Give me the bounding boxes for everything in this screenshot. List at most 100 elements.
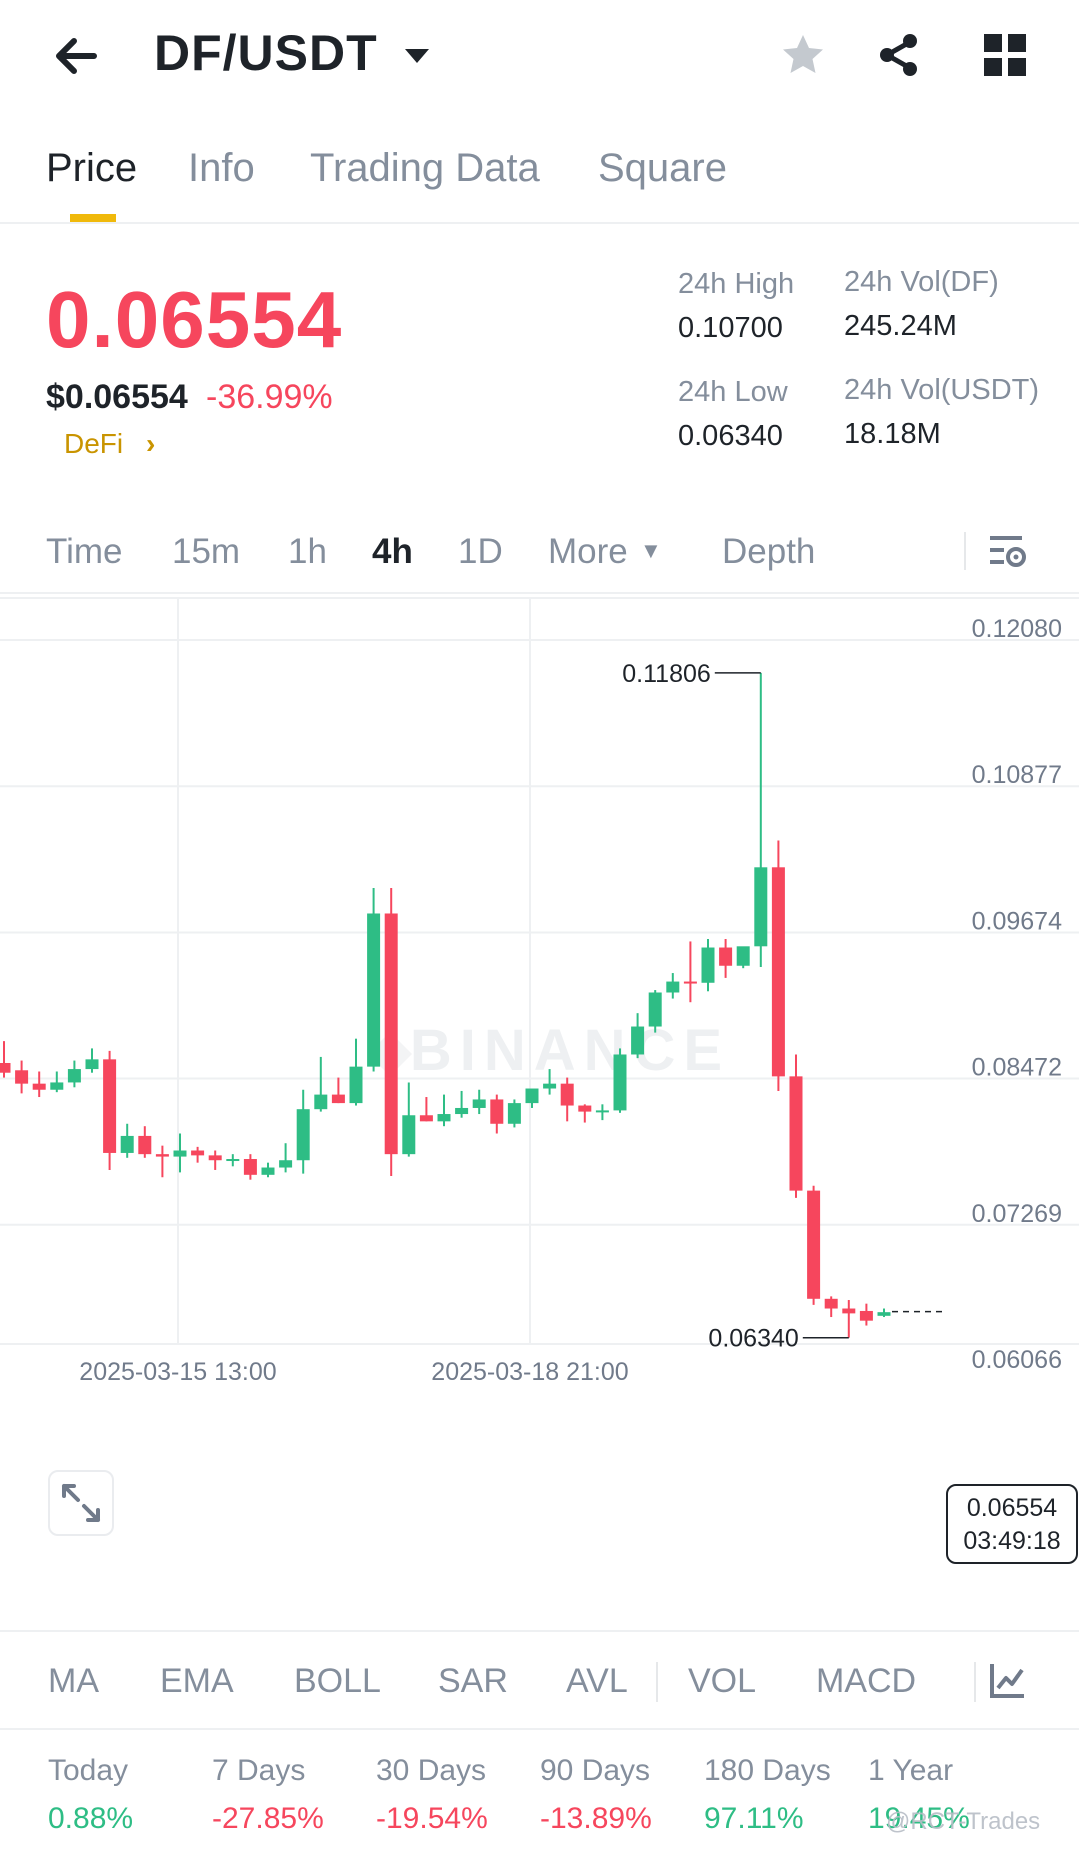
perf-value: -13.89% (540, 1802, 652, 1835)
main-tabs: Price Info Trading Data Square (0, 136, 1079, 224)
tab-price[interactable]: Price (46, 146, 137, 191)
candle-body (824, 1298, 838, 1309)
candle-countdown: 03:49:18 (963, 1527, 1061, 1555)
perf-label: 7 Days (212, 1754, 306, 1787)
y-axis-tick-label: 0.06066 (972, 1346, 1062, 1374)
grid-menu-icon[interactable] (982, 32, 1028, 78)
candle-body (279, 1160, 293, 1168)
interval-bar: Time 15m 1h 4h 1D More ▼ Depth (0, 520, 1079, 594)
candle-body (771, 867, 785, 1077)
candle-body (85, 1059, 99, 1070)
candle-body (877, 1312, 891, 1316)
interval-more[interactable]: More (548, 532, 628, 572)
chevron-right-icon[interactable]: › (146, 428, 155, 460)
candle-body (701, 947, 715, 983)
watermark-text: @RCT-Trades (886, 1808, 1041, 1835)
candle-body (507, 1103, 521, 1124)
candle-body (666, 981, 680, 993)
candle-body (754, 867, 768, 947)
perf-label: 1 Year (868, 1754, 954, 1787)
y-axis-tick-label: 0.08472 (972, 1054, 1062, 1082)
indicator-sar[interactable]: SAR (438, 1662, 508, 1701)
price-change-percent: -36.99% (206, 378, 333, 416)
perf-label: 30 Days (376, 1754, 487, 1787)
caret-down-icon[interactable] (402, 44, 432, 68)
indicator-boll[interactable]: BOLL (294, 1662, 381, 1701)
back-arrow-icon[interactable] (50, 30, 102, 82)
binance-watermark: BINANCE (410, 1018, 730, 1083)
candle-body (437, 1114, 451, 1122)
y-axis-tick-label: 0.07269 (972, 1200, 1062, 1228)
low-24h-label: 24h Low (678, 376, 788, 408)
indicator-ma[interactable]: MA (48, 1662, 99, 1701)
candle-body (296, 1109, 310, 1161)
candle-body (50, 1082, 64, 1090)
candle-body (560, 1083, 574, 1106)
chart-svg: 0.12080 0.10877 0.09674 0.08472 0.07269 0.060… (0, 597, 1079, 1386)
candle-body (226, 1159, 240, 1162)
candle-body (173, 1150, 187, 1157)
candle-body (191, 1150, 205, 1156)
candle-body (32, 1083, 46, 1090)
low-24h-value: 0.06340 (678, 420, 783, 452)
vol-usdt-value: 18.18M (844, 418, 941, 450)
category-tag[interactable]: DeFi (64, 428, 123, 460)
low-marker-label: 0.06340 (708, 1325, 798, 1353)
y-axis-tick-label: 0.12080 (972, 615, 1062, 643)
candle-body (15, 1070, 29, 1084)
pair-title[interactable]: DF/USDT (154, 24, 378, 82)
candle-body (525, 1088, 539, 1104)
candle-body (402, 1115, 416, 1155)
more-caret-icon[interactable]: ▼ (640, 538, 662, 564)
candle-body (683, 981, 697, 984)
candle-body (67, 1069, 81, 1083)
candle-body (349, 1066, 363, 1104)
indicator-macd[interactable]: MACD (816, 1662, 916, 1701)
candle-body (736, 946, 750, 966)
share-icon[interactable] (874, 30, 924, 80)
indicator-vol[interactable]: VOL (688, 1662, 756, 1701)
indicator-chart-icon[interactable] (988, 1660, 1028, 1700)
interval-time[interactable]: Time (46, 532, 122, 572)
candle-body (595, 1110, 609, 1113)
candle-body (859, 1310, 873, 1321)
candle-body (472, 1099, 486, 1108)
depth-tab[interactable]: Depth (722, 532, 815, 572)
header: DF/USDT (0, 0, 1079, 110)
indicator-avl[interactable]: AVL (566, 1662, 628, 1701)
candle-body (208, 1155, 222, 1161)
high-24h-label: 24h High (678, 268, 795, 300)
divider (656, 1662, 658, 1702)
vol-df-value: 245.24M (844, 310, 957, 342)
candle-body (789, 1076, 803, 1191)
expand-icon[interactable] (48, 1470, 114, 1536)
interval-1d[interactable]: 1D (458, 532, 503, 572)
candle-body (578, 1105, 592, 1112)
interval-4h[interactable]: 4h (372, 532, 413, 572)
perf-value: 97.11% (704, 1802, 804, 1835)
candlestick-chart[interactable]: 0.12080 0.10877 0.09674 0.08472 0.07269 0.060… (0, 596, 1079, 1596)
interval-1h[interactable]: 1h (288, 532, 327, 572)
perf-value: -19.54% (376, 1802, 488, 1835)
indicator-ema[interactable]: EMA (160, 1662, 234, 1701)
candle-body (243, 1159, 257, 1175)
tab-info[interactable]: Info (188, 146, 255, 191)
tab-trading-data[interactable]: Trading Data (310, 146, 540, 191)
tab-square[interactable]: Square (598, 146, 727, 191)
candle-body (719, 947, 733, 966)
candle-body (138, 1135, 152, 1155)
perf-label: 180 Days (704, 1754, 831, 1787)
candle-body (648, 992, 662, 1027)
candle-body (490, 1099, 504, 1124)
y-axis-tick-label: 0.10877 (972, 761, 1062, 789)
candle-body (314, 1094, 328, 1110)
candle-body (331, 1094, 345, 1104)
live-price-value: 0.06554 (966, 1494, 1058, 1522)
usd-price: $0.06554 (46, 378, 188, 416)
candle-body (261, 1167, 275, 1175)
star-icon[interactable] (778, 30, 828, 80)
x-axis-tick-label: 2025-03-15 13:00 (79, 1358, 276, 1386)
interval-15m[interactable]: 15m (172, 532, 240, 572)
high-marker-label: 0.11806 (622, 660, 711, 688)
chart-settings-icon[interactable] (988, 532, 1028, 572)
